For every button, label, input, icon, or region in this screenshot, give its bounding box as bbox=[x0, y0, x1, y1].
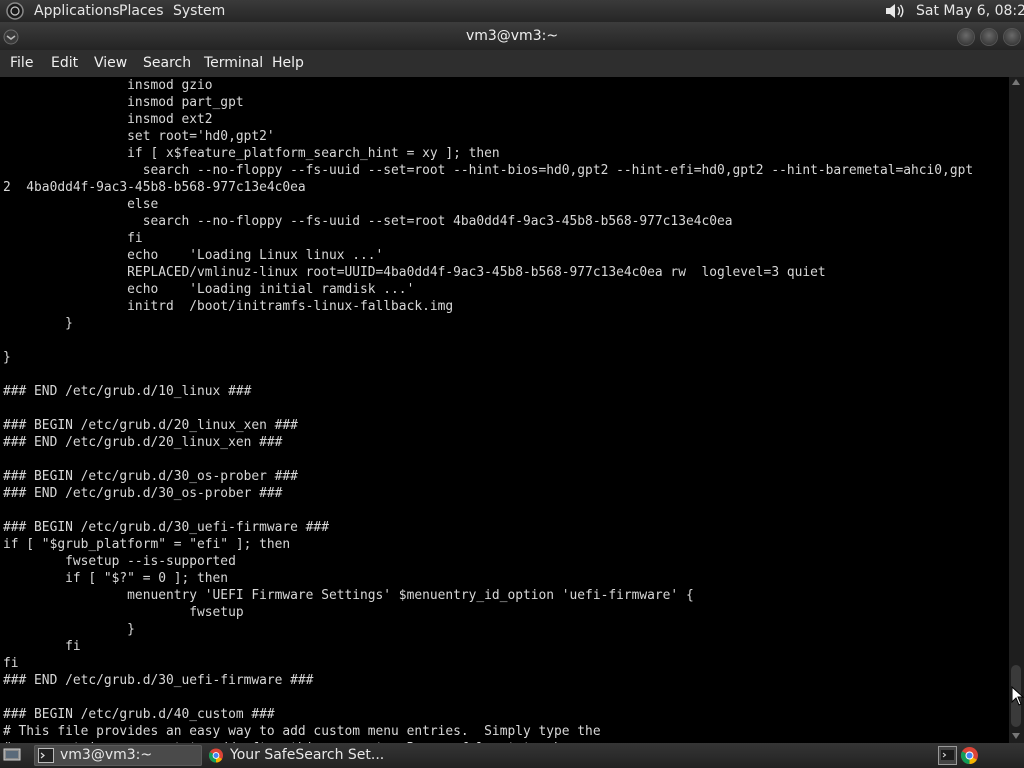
terminal-line: ### END /etc/grub.d/30_uefi-firmware ### bbox=[3, 673, 314, 688]
terminal-line: search --no-floppy --fs-uuid --set=root … bbox=[3, 163, 974, 178]
clock[interactable]: Sat May 6, 08:27 bbox=[916, 0, 1024, 22]
show-desktop-icon[interactable] bbox=[3, 748, 21, 762]
terminal-line: insmod gzio bbox=[3, 78, 213, 93]
mouse-pointer-icon bbox=[1011, 686, 1024, 706]
terminal-line: fwsetup bbox=[3, 605, 244, 620]
system-menu[interactable]: System bbox=[173, 0, 225, 22]
terminal-line: ### BEGIN /etc/grub.d/30_uefi-firmware #… bbox=[3, 520, 329, 535]
terminal-line: fi bbox=[3, 656, 19, 671]
menubar: File Edit View Search Terminal Help bbox=[0, 50, 1024, 77]
terminal-line: echo 'Loading Linux linux ...' bbox=[3, 248, 384, 263]
terminal-line: insmod ext2 bbox=[3, 112, 213, 127]
terminal-line: ### END /etc/grub.d/10_linux ### bbox=[3, 384, 252, 399]
terminal-line: initrd /boot/initramfs-linux-fallback.im… bbox=[3, 299, 454, 314]
terminal-line: ### BEGIN /etc/grub.d/40_custom ### bbox=[3, 707, 275, 722]
menu-terminal[interactable]: Terminal bbox=[204, 50, 263, 76]
taskbar-item-terminal[interactable]: vm3@vm3:~ bbox=[34, 745, 202, 766]
chrome-icon bbox=[208, 748, 224, 763]
scroll-down-icon[interactable] bbox=[1012, 733, 1020, 739]
terminal-line: fi bbox=[3, 231, 143, 246]
terminal-line: if [ x$feature_platform_search_hint = xy… bbox=[3, 146, 500, 161]
gnome-foot-icon[interactable] bbox=[6, 2, 24, 20]
taskbar-item-chrome[interactable]: Your SafeSearch Set... bbox=[204, 745, 404, 766]
terminal-line: fi bbox=[3, 639, 81, 654]
taskbar-item-label: Your SafeSearch Set... bbox=[230, 747, 385, 763]
window-menu-icon[interactable] bbox=[3, 29, 19, 45]
terminal-line: if [ "$?" = 0 ]; then bbox=[3, 571, 229, 586]
terminal-line: REPLACED/vmlinuz-linux root=UUID=4ba0dd4… bbox=[3, 265, 826, 280]
terminal-line: } bbox=[3, 350, 11, 365]
terminal-line: # This file provides an easy way to add … bbox=[3, 724, 601, 739]
terminal-line: echo 'Loading initial ramdisk ...' bbox=[3, 282, 415, 297]
maximize-button[interactable] bbox=[981, 29, 997, 45]
terminal-line: if [ "$grub_platform" = "efi" ]; then bbox=[3, 537, 291, 552]
terminal-line: menuentry 'UEFI Firmware Settings' $menu… bbox=[3, 588, 694, 603]
speaker-icon[interactable] bbox=[884, 2, 906, 20]
menu-edit[interactable]: Edit bbox=[51, 50, 78, 76]
terminal-output[interactable]: insmod gzio insmod part_gpt insmod ext2 … bbox=[0, 77, 1009, 743]
tray-chrome-icon[interactable] bbox=[960, 746, 979, 765]
terminal-line: 2 4ba0dd4f-9ac3-45b8-b568-977c13e4c0ea bbox=[3, 180, 306, 195]
top-panel: Applications Places System Sat May 6, 08… bbox=[0, 0, 1024, 22]
menu-view[interactable]: View bbox=[94, 50, 127, 76]
terminal-line: ### END /etc/grub.d/20_linux_xen ### bbox=[3, 435, 283, 450]
terminal-line: else bbox=[3, 197, 159, 212]
terminal-line: ### BEGIN /etc/grub.d/30_os-prober ### bbox=[3, 469, 298, 484]
terminal-icon bbox=[38, 748, 54, 763]
window-title: vm3@vm3:~ bbox=[465, 28, 559, 44]
terminal-line: insmod part_gpt bbox=[3, 95, 244, 110]
scroll-up-icon[interactable] bbox=[1012, 79, 1020, 85]
window-titlebar[interactable]: vm3@vm3:~ bbox=[0, 22, 1024, 50]
terminal-line: search --no-floppy --fs-uuid --set=root … bbox=[3, 214, 733, 229]
menu-help[interactable]: Help bbox=[272, 50, 304, 76]
terminal-line: ### END /etc/grub.d/30_os-prober ### bbox=[3, 486, 283, 501]
terminal-line: } bbox=[3, 316, 73, 331]
menu-search[interactable]: Search bbox=[143, 50, 191, 76]
terminal-line: } bbox=[3, 622, 135, 637]
terminal-line: ### BEGIN /etc/grub.d/20_linux_xen ### bbox=[3, 418, 298, 433]
terminal-line: set root='hd0,gpt2' bbox=[3, 129, 275, 144]
menu-file[interactable]: File bbox=[10, 50, 33, 76]
bottom-panel: vm3@vm3:~ Your SafeSearch Set... bbox=[0, 743, 1024, 768]
applications-menu[interactable]: Applications bbox=[34, 0, 120, 22]
close-button[interactable] bbox=[1004, 29, 1020, 45]
minimize-button[interactable] bbox=[958, 29, 974, 45]
tray-terminal-icon[interactable] bbox=[938, 746, 957, 765]
terminal-scrollbar[interactable] bbox=[1009, 77, 1024, 743]
places-menu[interactable]: Places bbox=[119, 0, 164, 22]
taskbar-item-label: vm3@vm3:~ bbox=[60, 747, 153, 763]
terminal-line: fwsetup --is-supported bbox=[3, 554, 236, 569]
